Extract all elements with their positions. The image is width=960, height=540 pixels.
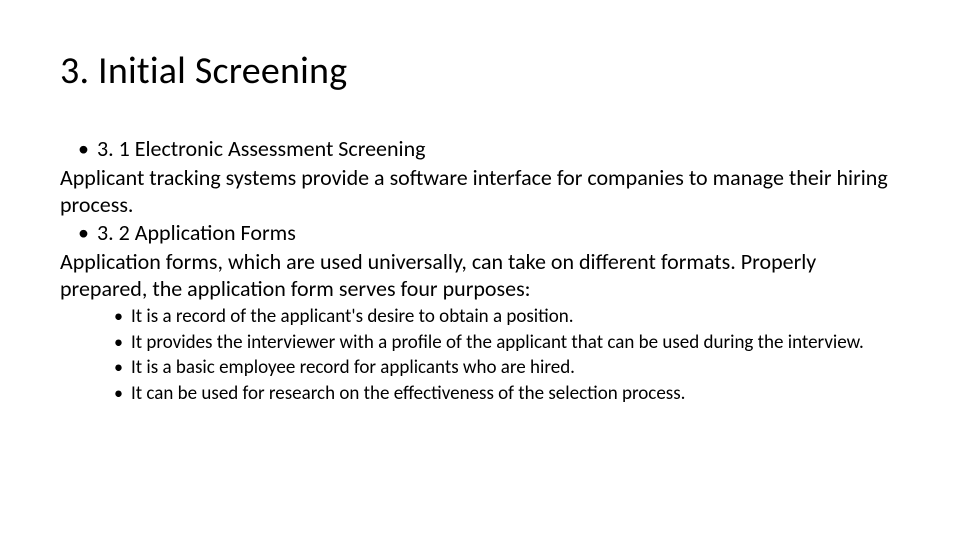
sub-item-text: It provides the interviewer with a profi… — [131, 331, 900, 355]
body-paragraph: Applicant tracking systems provide a sof… — [60, 165, 900, 219]
bullet-icon: • — [60, 331, 131, 353]
sub-item-text: It is a record of the applicant's desire… — [131, 305, 900, 329]
bullet-icon: • — [60, 382, 131, 404]
bullet-item: • 3. 1 Electronic Assessment Screening — [60, 136, 900, 163]
bullet-icon: • — [60, 136, 97, 163]
sub-item: • It can be used for research on the eff… — [60, 382, 900, 406]
sub-item: • It is a basic employee record for appl… — [60, 356, 900, 380]
bullet-icon: • — [60, 305, 131, 327]
bullet-item: • 3. 2 Application Forms — [60, 220, 900, 247]
sub-item: • It is a record of the applicant's desi… — [60, 305, 900, 329]
bullet-text: 3. 2 Application Forms — [97, 220, 900, 247]
sub-item: • It provides the interviewer with a pro… — [60, 331, 900, 355]
body-paragraph: Application forms, which are used univer… — [60, 249, 900, 303]
sub-item-text: It is a basic employee record for applic… — [131, 356, 900, 380]
slide-title: 3. Initial Screening — [60, 48, 900, 94]
sub-list: • It is a record of the applicant's desi… — [60, 305, 900, 405]
sub-item-text: It can be used for research on the effec… — [131, 382, 900, 406]
bullet-icon: • — [60, 220, 97, 247]
bullet-icon: • — [60, 356, 131, 378]
bullet-text: 3. 1 Electronic Assessment Screening — [97, 136, 900, 163]
slide-content: • 3. 1 Electronic Assessment Screening A… — [60, 136, 900, 405]
